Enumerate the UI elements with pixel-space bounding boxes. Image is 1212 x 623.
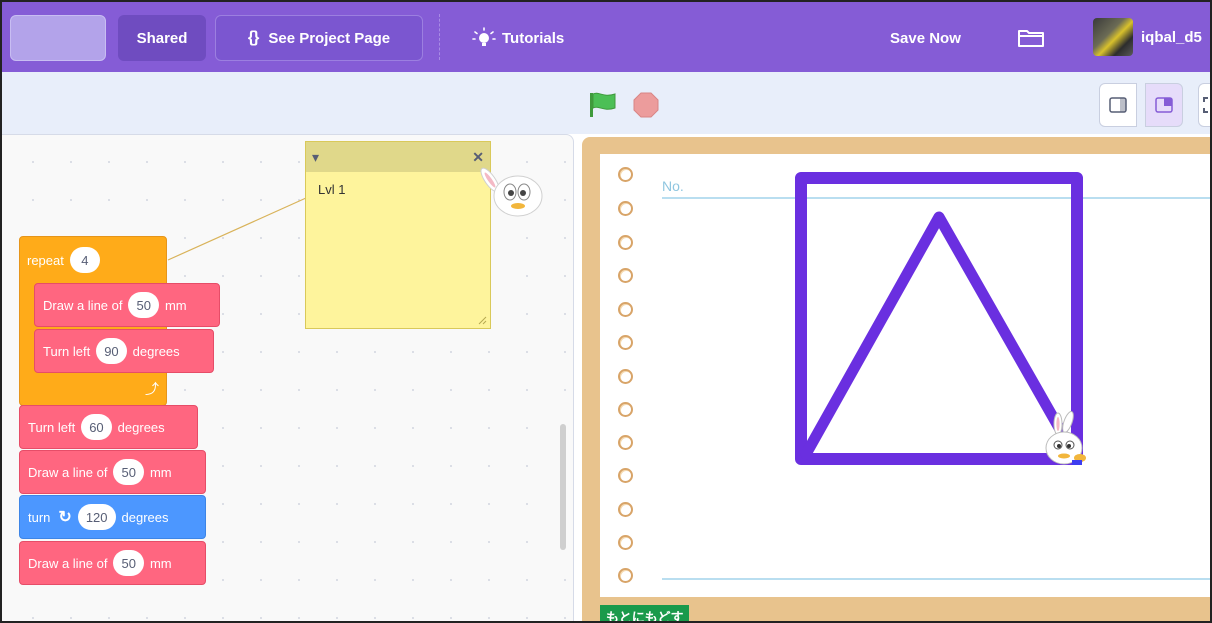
tutorials-button[interactable]: Tutorials bbox=[472, 15, 582, 61]
green-flag-icon[interactable] bbox=[589, 92, 617, 118]
small-stage-button[interactable] bbox=[1099, 83, 1137, 127]
see-project-page-button[interactable]: {} See Project Page bbox=[215, 15, 423, 61]
draw-line-block[interactable]: Draw a line of 50 mm bbox=[19, 541, 206, 585]
draw-line-length-input[interactable]: 50 bbox=[128, 292, 159, 318]
number-label: No. bbox=[662, 178, 684, 194]
binder-hole bbox=[618, 335, 633, 350]
bottom-rule-line bbox=[662, 578, 1210, 580]
draw-line-block[interactable]: Draw a line of 50 mm bbox=[34, 283, 220, 327]
shared-button[interactable]: Shared bbox=[118, 15, 206, 61]
turn-left-unit: degrees bbox=[117, 419, 165, 435]
undo-return-button[interactable]: もとにもどす bbox=[600, 605, 690, 623]
repeat-block-header[interactable]: repeat 4 bbox=[19, 238, 169, 282]
project-title-field[interactable] bbox=[10, 15, 106, 61]
binder-hole bbox=[618, 502, 633, 517]
normal-stage-icon bbox=[1155, 97, 1173, 113]
turn-left-degrees-input[interactable]: 90 bbox=[96, 338, 127, 364]
see-project-page-label: See Project Page bbox=[268, 29, 391, 47]
tutorials-label: Tutorials bbox=[502, 29, 565, 47]
comment-note[interactable]: ▾ ✕ Lvl 1 bbox=[305, 141, 491, 329]
turn-clockwise-block[interactable]: turn ↻ 120 degrees bbox=[19, 495, 206, 539]
small-stage-icon bbox=[1109, 97, 1127, 113]
binder-hole bbox=[618, 369, 633, 384]
repeat-label: repeat bbox=[27, 252, 64, 268]
turn-left-label: Turn left bbox=[43, 343, 91, 359]
draw-line-length-input[interactable]: 50 bbox=[113, 459, 144, 485]
undo-return-label: もとにもどす bbox=[606, 609, 684, 623]
comment-header[interactable]: ▾ ✕ bbox=[306, 142, 490, 172]
normal-stage-button[interactable] bbox=[1145, 83, 1183, 127]
turn-unit: degrees bbox=[121, 509, 169, 525]
username[interactable]: iqbal_d5 bbox=[1141, 29, 1202, 46]
binder-hole bbox=[618, 402, 633, 417]
top-rule-line bbox=[662, 197, 1210, 199]
notebook-paper bbox=[600, 154, 1210, 597]
turn-left-block[interactable]: Turn left 60 degrees bbox=[19, 405, 198, 449]
draw-line-label: Draw a line of bbox=[43, 297, 123, 313]
user-avatar[interactable] bbox=[1093, 18, 1133, 56]
rabbit-sprite-icon bbox=[480, 167, 543, 217]
repeat-count-input[interactable]: 4 bbox=[69, 247, 100, 273]
fullscreen-icon bbox=[1203, 97, 1208, 113]
binder-hole bbox=[618, 167, 633, 182]
binder-hole bbox=[618, 468, 633, 483]
draw-line-length-input[interactable]: 50 bbox=[113, 550, 144, 576]
turn-left-degrees-input[interactable]: 60 bbox=[81, 414, 112, 440]
binder-hole bbox=[618, 235, 633, 250]
turn-label: turn bbox=[28, 509, 51, 525]
workspace-scrollbar[interactable] bbox=[560, 424, 566, 550]
menu-bar: Shared {} See Project Page Tutorials Sav… bbox=[2, 2, 1210, 72]
binder-hole bbox=[618, 435, 633, 450]
binder-hole bbox=[618, 568, 633, 583]
draw-line-block[interactable]: Draw a line of 50 mm bbox=[19, 450, 206, 494]
rotate-clockwise-icon: ↻ bbox=[58, 509, 72, 526]
resize-handle-icon[interactable] bbox=[477, 315, 487, 325]
lightbulb-icon bbox=[472, 27, 496, 46]
binder-hole bbox=[618, 268, 633, 283]
draw-line-unit: mm bbox=[149, 555, 172, 571]
stop-icon[interactable] bbox=[633, 92, 659, 118]
binder-hole bbox=[618, 302, 633, 317]
turn-degrees-input[interactable]: 120 bbox=[77, 504, 116, 530]
shared-label: Shared bbox=[136, 29, 188, 47]
draw-line-unit: mm bbox=[164, 297, 187, 313]
binder-hole bbox=[618, 535, 633, 550]
loop-arrow-icon: ⤴ bbox=[145, 381, 159, 397]
save-now-label: Save Now bbox=[890, 29, 961, 47]
binder-hole bbox=[618, 201, 633, 216]
draw-line-label: Draw a line of bbox=[28, 464, 108, 480]
rabbit-sprite-icon bbox=[1045, 411, 1086, 465]
comment-text[interactable]: Lvl 1 bbox=[306, 172, 490, 207]
menu-divider bbox=[439, 14, 440, 60]
fullscreen-button[interactable] bbox=[1198, 83, 1210, 127]
collapse-icon[interactable]: ▾ bbox=[312, 149, 319, 166]
brackets-icon: {} bbox=[247, 29, 259, 46]
draw-line-label: Draw a line of bbox=[28, 555, 108, 571]
save-now-button[interactable]: Save Now bbox=[890, 15, 970, 61]
editor-window: Shared {} See Project Page Tutorials Sav… bbox=[0, 0, 1212, 623]
turn-left-label: Turn left bbox=[28, 419, 76, 435]
turn-left-unit: degrees bbox=[132, 343, 180, 359]
draw-line-unit: mm bbox=[149, 464, 172, 480]
turn-left-block[interactable]: Turn left 90 degrees bbox=[34, 329, 214, 373]
folder-icon[interactable] bbox=[1017, 28, 1045, 48]
